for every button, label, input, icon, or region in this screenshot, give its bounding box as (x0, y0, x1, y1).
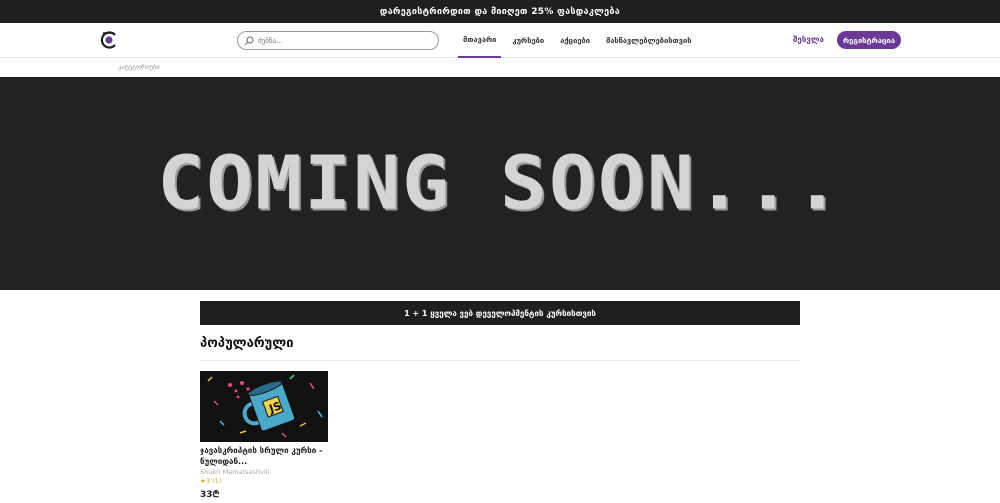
nav-item-for-teachers[interactable]: მასწავლებლებისთვის (601, 23, 697, 58)
nav-item-courses[interactable]: კურსები (507, 23, 549, 58)
course-title[interactable]: ჯავასკრიპტის სრული კურსი - ნულიდან... (200, 445, 328, 467)
course-rating: ★3 (1) (200, 477, 222, 485)
mug-illustration-icon: JS (200, 371, 328, 442)
hero-text: COMING SOON... (157, 140, 843, 227)
categories-link[interactable]: კატეგორიები (118, 63, 160, 71)
search-box[interactable] (237, 31, 439, 50)
search-input[interactable] (258, 36, 428, 45)
nav-item-promotions[interactable]: აქციები (555, 23, 595, 58)
course-thumbnail[interactable]: JS (200, 371, 328, 442)
search-icon (244, 36, 254, 45)
register-button[interactable]: რეგისტრაცია (837, 31, 901, 49)
hero-banner: COMING SOON... (0, 77, 1000, 290)
deal-banner-text: 1 + 1 ყველა ვებ დეველოპმენტის კურსისთვის (404, 308, 596, 318)
main-nav: მთავარი კურსები აქციები მასწავლებლებისთვ… (458, 23, 702, 58)
deal-banner[interactable]: 1 + 1 ყველა ვებ დეველოპმენტის კურსისთვის (200, 301, 800, 325)
categories-bar: კატეგორიები (0, 58, 1000, 77)
course-card[interactable]: JS ჯავასკრიპტის სრული კურსი - ნულიდან...… (200, 371, 328, 500)
promo-text: დარეგისტრირდით და მიიღეთ 25% ფასდაკლება (379, 6, 621, 17)
login-link[interactable]: შესვლა (793, 35, 824, 44)
logo-icon[interactable] (100, 31, 118, 49)
popular-section-title: პოპულარული (200, 336, 800, 361)
promo-bar: დარეგისტრირდით და მიიღეთ 25% ფასდაკლება (0, 0, 1000, 23)
course-author: Shukri Mamatsashvili (200, 468, 270, 476)
course-price: 33₾ (200, 490, 220, 500)
nav-item-home[interactable]: მთავარი (458, 23, 502, 58)
header: მთავარი კურსები აქციები მასწავლებლებისთვ… (0, 23, 1000, 58)
main-content: 1 + 1 ყველა ვებ დეველოპმენტის კურსისთვის… (200, 301, 800, 500)
